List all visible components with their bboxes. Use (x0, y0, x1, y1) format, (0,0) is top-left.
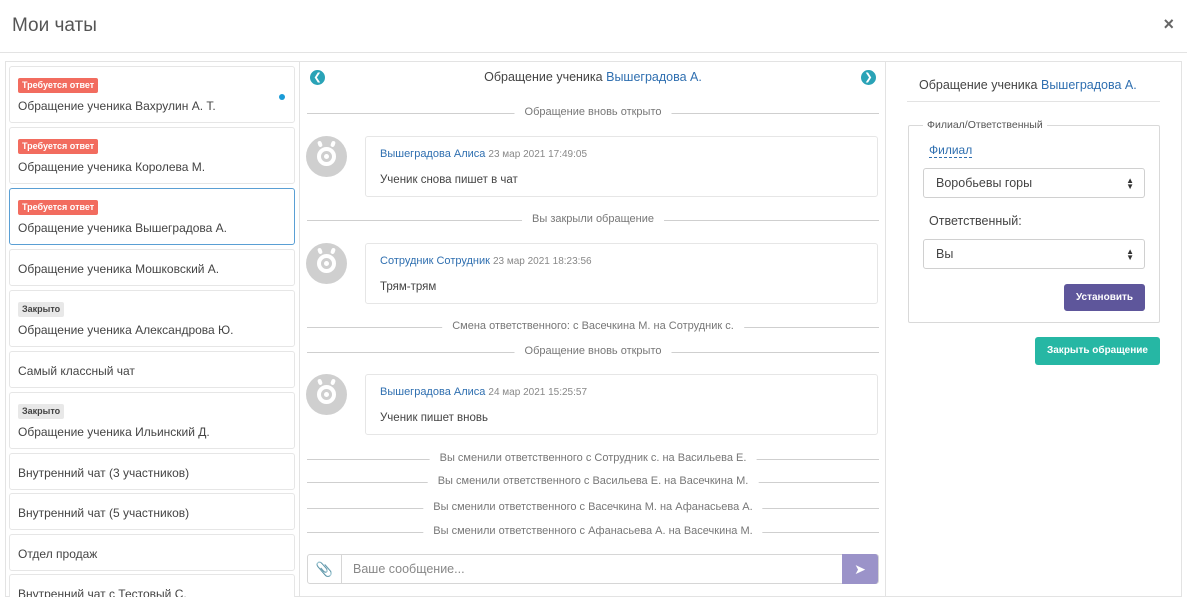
system-event: Обращение вновь открыто (307, 106, 879, 120)
chat-list-item[interactable]: Внутренний чат с Тестовый С. (9, 574, 295, 597)
chevron-right-icon[interactable]: ❯ (861, 70, 876, 85)
chat-list-item[interactable]: Обращение ученика Мошковский А. (9, 249, 295, 286)
chat-list-item[interactable]: Самый классный чат (9, 351, 295, 388)
message-text: Трям-трям (380, 281, 437, 293)
status-badge: Закрыто (18, 302, 65, 317)
system-event: Вы сменили ответственного с Сотрудник с.… (307, 452, 879, 466)
message-input[interactable] (343, 555, 843, 583)
details-panel: Обращение ученика Вышеградова А. Филиал/… (887, 61, 1182, 597)
branch-select[interactable]: Воробьевы горы ▲ ▼ (923, 168, 1145, 198)
system-event: Вы сменили ответственного с Васильева Е.… (307, 475, 879, 489)
message-meta: Вышеградова Алиса 24 мар 2021 15:25:57 (380, 386, 587, 398)
select-arrows-icon: ▲ ▼ (1126, 175, 1134, 191)
message-composer: 📎 ➤ (307, 554, 879, 584)
message-author[interactable]: Вышеградова Алиса (380, 386, 485, 398)
message-text: Ученик пишет вновь (380, 412, 489, 424)
avatar (306, 243, 347, 284)
avatar (306, 374, 347, 415)
chat-item-label: Отдел продаж (18, 547, 98, 561)
message-bubble: Вышеградова Алиса 24 мар 2021 15:25:57 Уч… (365, 374, 878, 435)
message-text: Ученик снова пишет в чат (380, 174, 518, 186)
responsible-label: Ответственный: (929, 214, 1022, 228)
paperclip-icon[interactable]: 📎 (308, 555, 342, 583)
system-event-text: Вы закрыли обращение (522, 213, 664, 225)
chat-list-item[interactable]: Отдел продаж (9, 534, 295, 571)
responsible-select[interactable]: Вы ▲ ▼ (923, 239, 1145, 269)
system-event-text: Вы сменили ответственного с Афанасьева А… (423, 525, 763, 537)
system-event-text: Вы сменили ответственного с Сотрудник с.… (429, 452, 757, 464)
fieldset-legend: Филиал/Ответственный (923, 119, 1047, 131)
chat-item-label: Обращение ученика Александрова Ю. (18, 323, 234, 337)
chat-list-item[interactable]: Внутренний чат (3 участников) (9, 453, 295, 490)
responsible-select-value: Вы (936, 247, 954, 261)
chat-list-item-active[interactable]: Требуется ответ Обращение ученика Вышегр… (9, 188, 295, 245)
close-icon[interactable]: × (1163, 14, 1174, 35)
message-author[interactable]: Вышеградова Алиса (380, 148, 485, 160)
message-author[interactable]: Сотрудник Сотрудник (380, 255, 490, 267)
unread-dot (279, 94, 285, 100)
status-badge: Требуется ответ (18, 200, 99, 215)
branch-select-value: Воробьевы горы (936, 176, 1033, 190)
system-event-text: Обращение вновь открыто (514, 345, 672, 357)
status-badge: Требуется ответ (18, 78, 99, 93)
system-event-text: Смена ответственного: с Васечкина М. на … (442, 320, 744, 332)
system-event-text: Вы сменили ответственного с Васечкина М.… (423, 501, 763, 513)
message-bubble: Сотрудник Сотрудник 23 мар 2021 18:23:56 … (365, 243, 878, 304)
details-title-prefix: Обращение ученика (919, 78, 1038, 92)
avatar (306, 136, 347, 177)
chat-list-item[interactable]: Требуется ответ Обращение ученика Короле… (9, 127, 295, 184)
conversation-panel: ❮ Обращение ученика Вышеградова А. ❯ Обр… (300, 61, 886, 597)
system-event: Обращение вновь открыто (307, 345, 879, 359)
chat-list-item[interactable]: Закрыто Обращение ученика Ильинский Д. (9, 392, 295, 449)
chat-item-label: Обращение ученика Вышеградова А. (18, 221, 227, 235)
chat-list-item[interactable]: Требуется ответ Обращение ученика Вахрул… (9, 66, 295, 123)
chat-list-item[interactable]: Внутренний чат (5 участников) (9, 493, 295, 530)
branch-link[interactable]: Филиал (929, 143, 973, 158)
chat-item-label: Обращение ученика Ильинский Д. (18, 425, 210, 439)
conversation-title-name[interactable]: Вышеградова А. (606, 70, 702, 84)
chat-item-label: Внутренний чат с Тестовый С. (18, 587, 187, 597)
branch-responsible-fieldset: Филиал/Ответственный Филиал Воробьевы го… (908, 119, 1160, 323)
modal-title: Мои чаты (12, 15, 97, 36)
system-event-text: Обращение вновь открыто (514, 106, 672, 118)
system-event: Смена ответственного: с Васечкина М. на … (307, 320, 879, 334)
message-time: 23 мар 2021 17:49:05 (488, 149, 588, 160)
conversation-title: Обращение ученика Вышеградова А. (300, 70, 886, 84)
chat-list-item[interactable]: Закрыто Обращение ученика Александрова Ю… (9, 290, 295, 347)
details-title: Обращение ученика Вышеградова А. (919, 78, 1137, 92)
send-icon[interactable]: ➤ (842, 554, 878, 584)
system-event: Вы закрыли обращение (307, 213, 879, 227)
modal-header: Мои чаты × (0, 0, 1187, 53)
chat-item-label: Обращение ученика Вахрулин А. Т. (18, 99, 216, 113)
message-bubble: Вышеградова Алиса 23 мар 2021 17:49:05 Уч… (365, 136, 878, 197)
message-meta: Сотрудник Сотрудник 23 мар 2021 18:23:56 (380, 255, 592, 267)
chat-list[interactable]: Требуется ответ Обращение ученика Вахрул… (5, 61, 300, 597)
details-title-name[interactable]: Вышеградова А. (1041, 78, 1137, 92)
chat-item-label: Самый классный чат (18, 364, 135, 378)
chat-item-label: Обращение ученика Королева М. (18, 160, 206, 174)
message-time: 24 мар 2021 15:25:57 (488, 387, 588, 398)
select-arrows-icon: ▲ ▼ (1126, 246, 1134, 262)
set-button[interactable]: Установить (1064, 284, 1145, 311)
status-badge: Закрыто (18, 404, 65, 419)
chat-item-label: Внутренний чат (3 участников) (18, 466, 190, 480)
status-badge: Требуется ответ (18, 139, 99, 154)
divider (907, 101, 1160, 102)
conversation-header: ❮ Обращение ученика Вышеградова А. ❯ (300, 61, 886, 93)
system-event-text: Вы сменили ответственного с Васильева Е.… (427, 475, 759, 487)
close-ticket-button[interactable]: Закрыть обращение (1035, 337, 1160, 365)
conversation-title-prefix: Обращение ученика (484, 70, 603, 84)
system-event: Вы сменили ответственного с Афанасьева А… (307, 525, 879, 539)
chat-item-label: Внутренний чат (5 участников) (18, 506, 190, 520)
message-time: 23 мар 2021 18:23:56 (492, 256, 592, 267)
chat-item-label: Обращение ученика Мошковский А. (18, 262, 220, 276)
system-event: Вы сменили ответственного с Васечкина М.… (307, 501, 879, 515)
message-meta: Вышеградова Алиса 23 мар 2021 17:49:05 (380, 148, 587, 160)
